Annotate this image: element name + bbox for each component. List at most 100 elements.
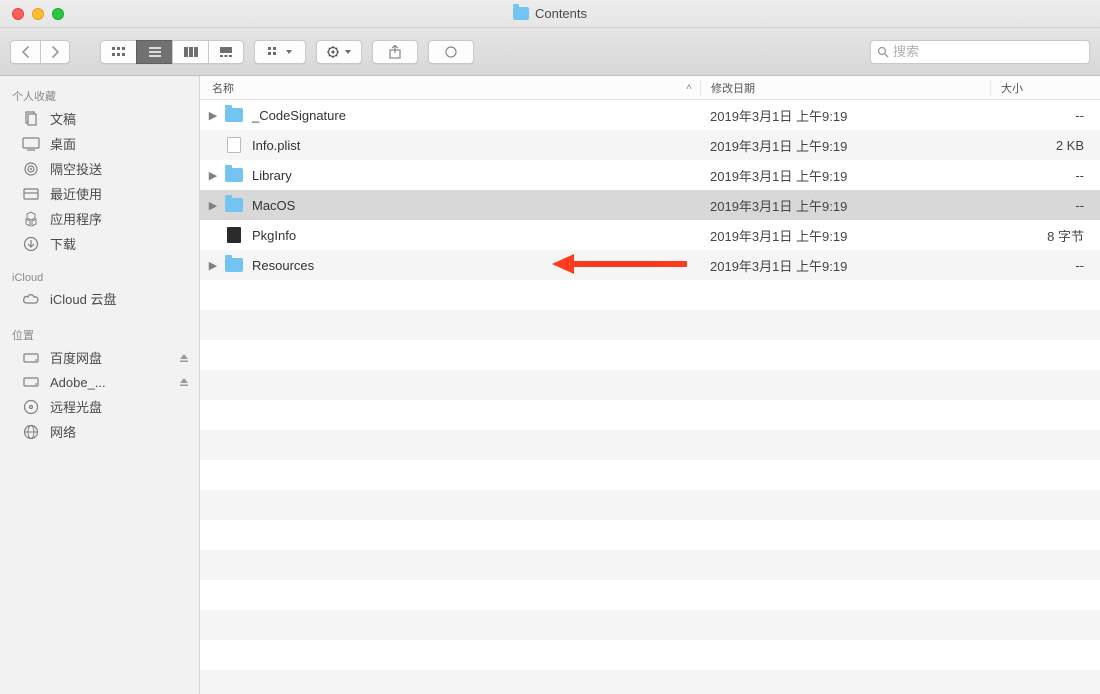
- disk-icon: [22, 349, 40, 367]
- sidebar-item-label: Adobe_...: [50, 375, 106, 390]
- nav-buttons: [10, 40, 70, 64]
- file-list: 名称 ˄ 修改日期 大小 ▶_CodeSignature2019年3月1日 上午…: [200, 76, 1100, 694]
- sidebar-item-icloud-drive[interactable]: iCloud 云盘: [0, 286, 199, 311]
- disk-icon: [22, 373, 40, 391]
- sidebar: 个人收藏 文稿 桌面 隔空投送 最近使用 应用程序 下载 iCloud iC: [0, 76, 200, 694]
- tag-button[interactable]: [428, 40, 474, 64]
- empty-row: [200, 430, 1100, 460]
- empty-row: [200, 340, 1100, 370]
- sidebar-item-applications[interactable]: 应用程序: [0, 206, 199, 231]
- sidebar-item-downloads[interactable]: 下载: [0, 231, 199, 256]
- optical-icon: [22, 398, 40, 416]
- icon-view-button[interactable]: [100, 40, 136, 64]
- file-date: 2019年3月1日 上午9:19: [700, 106, 990, 125]
- file-size: --: [990, 168, 1100, 183]
- empty-row: [200, 670, 1100, 694]
- sidebar-item-network[interactable]: 网络: [0, 419, 199, 444]
- empty-row: [200, 580, 1100, 610]
- sidebar-item-adobe-disk[interactable]: Adobe_...: [0, 370, 199, 394]
- empty-row: [200, 370, 1100, 400]
- sidebar-item-documents[interactable]: 文稿: [0, 106, 199, 131]
- file-size: --: [990, 108, 1100, 123]
- sidebar-item-baidu-disk[interactable]: 百度网盘: [0, 345, 199, 370]
- file-icon: [224, 137, 244, 153]
- disclosure-triangle-icon[interactable]: ▶: [206, 199, 220, 212]
- column-header: 名称 ˄ 修改日期 大小: [200, 76, 1100, 100]
- search-input[interactable]: [893, 44, 1083, 59]
- column-name[interactable]: 名称 ˄: [200, 80, 700, 96]
- close-button[interactable]: [12, 8, 24, 20]
- sidebar-header-locations: 位置: [0, 321, 199, 345]
- sidebar-item-recents[interactable]: 最近使用: [0, 181, 199, 206]
- sidebar-item-remote-disc[interactable]: 远程光盘: [0, 394, 199, 419]
- file-date: 2019年3月1日 上午9:19: [700, 136, 990, 155]
- window-title: Contents: [0, 6, 1100, 21]
- file-size: 8 字节: [990, 226, 1100, 245]
- file-name: PkgInfo: [252, 228, 700, 243]
- action-button[interactable]: [316, 40, 362, 64]
- file-row[interactable]: Info.plist2019年3月1日 上午9:192 KB: [200, 130, 1100, 160]
- recents-icon: [22, 185, 40, 203]
- file-row[interactable]: ▶ _CodeSignature2019年3月1日 上午9:19--: [200, 100, 1100, 130]
- rows-container: ▶_CodeSignature2019年3月1日 上午9:19--Info.pl…: [200, 100, 1100, 694]
- column-view-button[interactable]: [172, 40, 208, 64]
- window-title-text: Contents: [535, 6, 587, 21]
- file-name: Resources: [252, 258, 700, 273]
- file-row[interactable]: ▶ Resources2019年3月1日 上午9:19--: [200, 250, 1100, 280]
- empty-row: [200, 460, 1100, 490]
- file-size: --: [990, 258, 1100, 273]
- file-name: _CodeSignature: [252, 108, 700, 123]
- empty-row: [200, 310, 1100, 340]
- file-date: 2019年3月1日 上午9:19: [700, 226, 990, 245]
- arrange-button[interactable]: [254, 40, 306, 64]
- file-row[interactable]: ▶ Library2019年3月1日 上午9:19--: [200, 160, 1100, 190]
- disclosure-triangle-icon[interactable]: ▶: [206, 169, 220, 182]
- empty-row: [200, 400, 1100, 430]
- disclosure-triangle-icon[interactable]: ▶: [206, 109, 220, 122]
- search-field[interactable]: [870, 40, 1090, 64]
- search-icon: [877, 46, 889, 58]
- file-size: 2 KB: [990, 138, 1100, 153]
- file-name: Info.plist: [252, 138, 700, 153]
- main: 个人收藏 文稿 桌面 隔空投送 最近使用 应用程序 下载 iCloud iC: [0, 76, 1100, 694]
- gallery-view-button[interactable]: [208, 40, 244, 64]
- share-button[interactable]: [372, 40, 418, 64]
- sidebar-item-airdrop[interactable]: 隔空投送: [0, 156, 199, 181]
- empty-row: [200, 610, 1100, 640]
- sort-indicator-icon: ˄: [686, 82, 692, 93]
- back-button[interactable]: [10, 40, 40, 64]
- file-size: --: [990, 198, 1100, 213]
- documents-icon: [22, 110, 40, 128]
- sidebar-item-label: 隔空投送: [50, 159, 102, 178]
- file-name: Library: [252, 168, 700, 183]
- sidebar-item-label: 桌面: [50, 134, 76, 153]
- list-view-button[interactable]: [136, 40, 172, 64]
- file-date: 2019年3月1日 上午9:19: [700, 256, 990, 275]
- column-size[interactable]: 大小: [990, 80, 1100, 96]
- sidebar-item-label: 文稿: [50, 109, 76, 128]
- titlebar: Contents: [0, 0, 1100, 28]
- sidebar-item-desktop[interactable]: 桌面: [0, 131, 199, 156]
- sidebar-item-label: 最近使用: [50, 184, 102, 203]
- applications-icon: [22, 210, 40, 228]
- view-buttons: [100, 40, 244, 64]
- zoom-button[interactable]: [52, 8, 64, 20]
- empty-row: [200, 550, 1100, 580]
- minimize-button[interactable]: [32, 8, 44, 20]
- sidebar-item-label: 百度网盘: [50, 348, 102, 367]
- sidebar-item-label: 下载: [50, 234, 76, 253]
- forward-button[interactable]: [40, 40, 70, 64]
- sidebar-item-label: 远程光盘: [50, 397, 102, 416]
- downloads-icon: [22, 235, 40, 253]
- eject-icon[interactable]: [179, 377, 189, 387]
- file-row[interactable]: ▶MacOS2019年3月1日 上午9:19--: [200, 190, 1100, 220]
- column-date[interactable]: 修改日期: [700, 80, 990, 96]
- file-name: MacOS: [252, 198, 700, 213]
- eject-icon[interactable]: [179, 353, 189, 363]
- file-row[interactable]: PkgInfo2019年3月1日 上午9:198 字节: [200, 220, 1100, 250]
- airdrop-icon: [22, 160, 40, 178]
- file-date: 2019年3月1日 上午9:19: [700, 166, 990, 185]
- folder-icon: [224, 197, 244, 213]
- disclosure-triangle-icon[interactable]: ▶: [206, 259, 220, 272]
- desktop-icon: [22, 135, 40, 153]
